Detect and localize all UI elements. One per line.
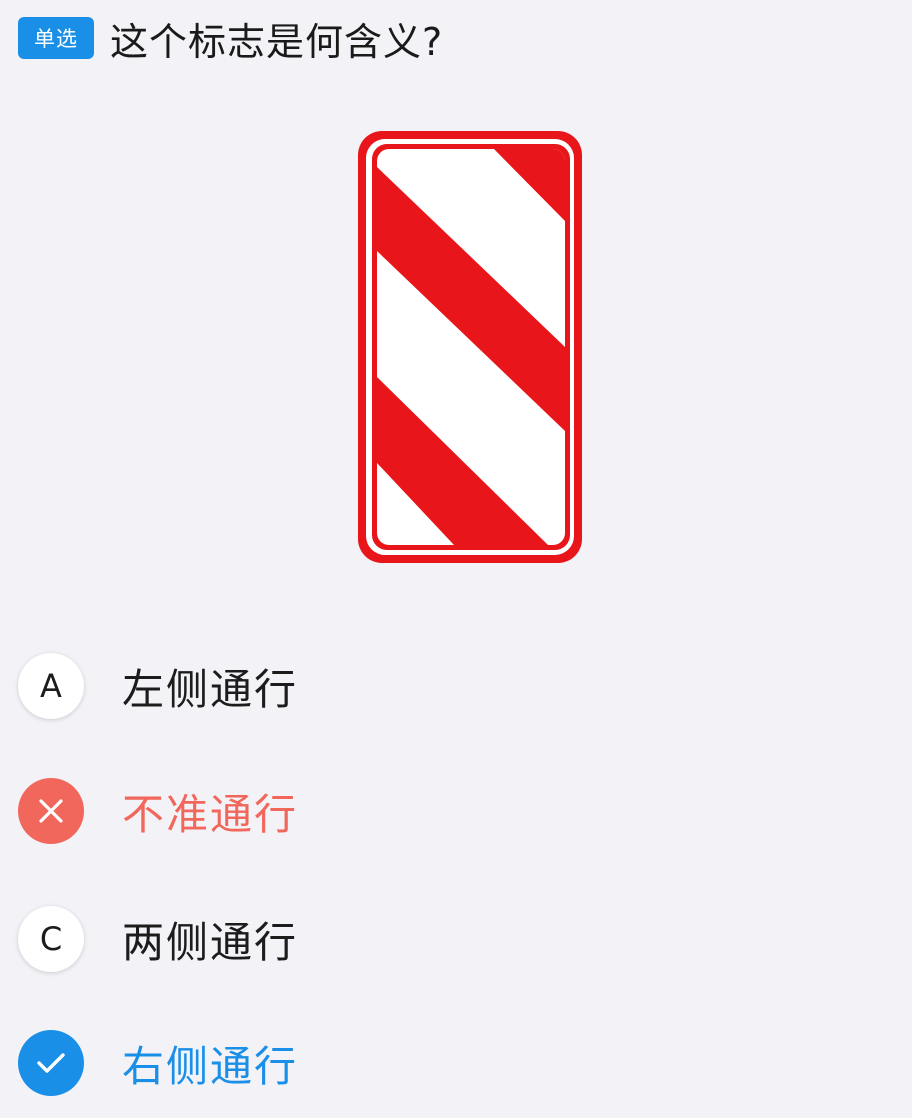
option-a-text: 左侧通行 (122, 664, 299, 714)
option-a[interactable]: A 左侧通行 (18, 651, 898, 721)
option-d[interactable]: 右侧通行 (18, 1028, 898, 1098)
option-a-letter-circle: A (18, 653, 84, 719)
check-icon (18, 1030, 84, 1096)
option-c-letter: C (39, 920, 63, 958)
traffic-sign-image (356, 129, 584, 565)
option-b-text: 不准通行 (122, 789, 299, 839)
option-b[interactable]: 不准通行 (18, 776, 898, 846)
question-text: 这个标志是何含义? (110, 19, 444, 64)
option-c[interactable]: C 两侧通行 (18, 904, 898, 974)
option-a-letter: A (40, 667, 62, 705)
option-c-letter-circle: C (18, 906, 84, 972)
option-d-text: 右侧通行 (122, 1041, 299, 1091)
question-type-badge: 单选 (18, 17, 94, 59)
close-icon (18, 778, 84, 844)
option-c-text: 两侧通行 (122, 917, 299, 967)
question-header: 单选 这个标志是何含义? (18, 8, 443, 68)
diagonal-stripe-sign-icon (358, 131, 582, 563)
